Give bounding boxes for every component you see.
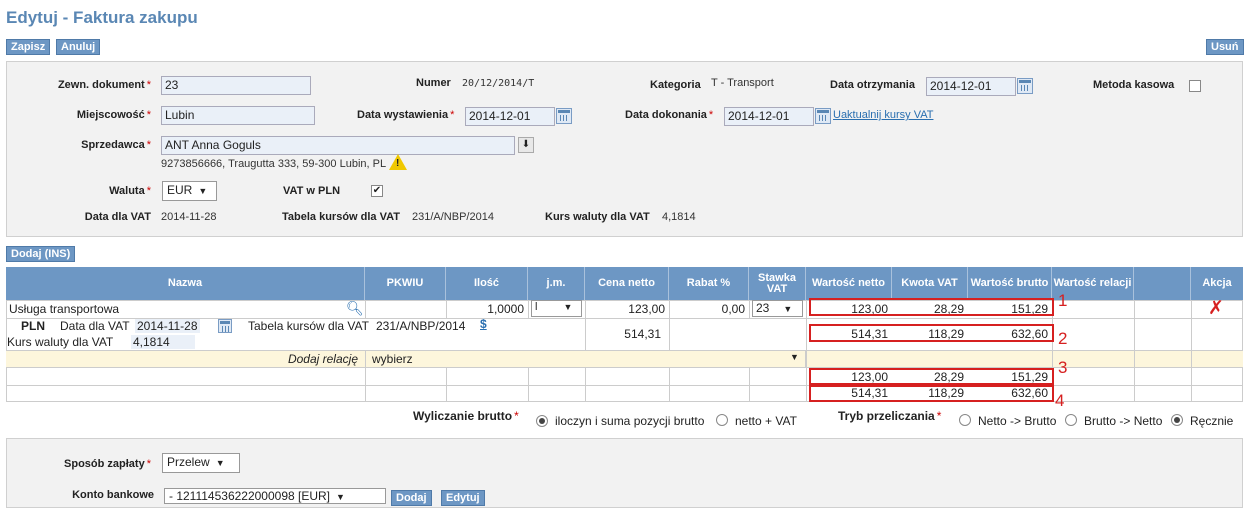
done-date-label: Data dokonania * [625,109,714,121]
delete-row-icon[interactable]: ✗ [1208,297,1224,320]
pln-vat-date[interactable]: 2014-11-28 [135,319,200,333]
rate-value: 4,1814 [662,211,696,223]
item-qty[interactable]: 1,0000 [446,302,524,316]
gross-calc-radio-product[interactable] [536,415,548,427]
received-label: Data otrzymania [830,79,915,91]
annotation-number: 3 [1058,358,1068,377]
highlight-box [809,324,1054,342]
vat-date-label: Data dla VAT [84,211,151,223]
col-vat-rate-header[interactable]: Stawka VAT [749,267,806,300]
seller-address: 9273856666, Traugutta 333, 59-300 Lubin,… [161,158,387,170]
city-label: Miejscowość * [76,109,151,121]
seller-field[interactable]: ANT Anna Goguls [161,136,515,155]
cash-method-checkbox[interactable] [1189,80,1201,92]
mode-manual[interactable]: Ręcznie [1190,414,1233,428]
gross-calc-radio-net-vat[interactable] [716,414,728,426]
pln-price: 514,31 [624,327,661,341]
received-date-field[interactable]: 2014-12-01 [926,77,1016,96]
download-arrow-icon[interactable]: ⬇ [518,137,534,153]
cancel-button[interactable]: Anuluj [56,39,101,55]
cash-method-label: Metoda kasowa [1093,79,1175,91]
col-price-header[interactable]: Cena netto [585,267,669,300]
calendar-icon[interactable] [218,319,232,333]
highlight-box [809,385,1054,402]
seller-label: Sprzedawca * [81,139,151,151]
ext-doc-field[interactable]: 23 [161,76,311,95]
gross-calc-option-product[interactable]: iloczyn i suma pozycji brutto [555,414,704,428]
item-name[interactable]: Usługa transportowa [9,302,119,316]
annotation-number: 4 [1055,391,1065,410]
col-name-header[interactable]: Nazwa [6,267,365,300]
rate-label: Kurs waluty dla VAT [545,211,650,223]
mode-gross-net[interactable]: Brutto -> Netto [1084,414,1162,428]
item-vat-rate-select[interactable]: 23 ▼ [752,300,803,317]
mode-radio-net-gross[interactable] [959,414,971,426]
pln-rate-value[interactable]: 4,1814 [131,335,195,349]
search-icon[interactable]: 🔍︎ [346,300,364,317]
update-rates-link[interactable]: Uaktualnij kursy VAT [833,109,933,121]
edit-account-button[interactable]: Edytuj [441,490,485,506]
refresh-rate-link[interactable]: $ [480,317,487,331]
warning-icon-mark: ! [396,158,400,169]
highlight-box [809,368,1054,385]
item-price[interactable]: 123,00 [585,302,665,316]
city-field[interactable]: Lubin [161,106,315,125]
mode-radio-gross-net[interactable] [1065,414,1077,426]
col-empty-header [1134,267,1191,300]
annotation-number: 1 [1058,291,1068,310]
relation-select[interactable]: wybierz ▼ [365,350,806,368]
pln-vat-date-label: Data dla VAT [60,319,130,333]
chevron-down-icon: ▼ [790,352,799,362]
number-label: Numer [416,77,451,89]
rate-table-label: Tabela kursów dla VAT [282,211,400,223]
col-discount-header[interactable]: Rabat % [669,267,749,300]
relation-select-value: wybierz [372,352,413,366]
add-relation-label: Dodaj relację [287,352,358,366]
vat-date-value: 2014-11-28 [161,211,217,223]
col-gross-header[interactable]: Wartość brutto [968,267,1052,300]
col-vat-amount-header[interactable]: Kwota VAT [892,267,968,300]
vat-pln-label: VAT w PLN [283,185,341,197]
item-unit-select[interactable]: l ▼ [531,300,582,317]
vat-pln-checkbox[interactable]: ✔ [371,185,383,197]
col-qty-header[interactable]: Ilość [446,267,528,300]
pln-currency: PLN [21,319,45,333]
pln-rate-table-label: Tabela kursów dla VAT [248,319,369,333]
ext-doc-label: Zewn. dokument * [57,79,151,91]
calendar-icon[interactable] [556,108,572,124]
mode-net-gross[interactable]: Netto -> Brutto [978,414,1056,428]
payment-method-label: Sposób zapłaty * [64,458,151,470]
add-account-button[interactable]: Dodaj [391,490,432,506]
issue-date-field[interactable]: 2014-12-01 [465,107,555,126]
pln-rate-label: Kurs waluty dla VAT [7,335,114,349]
calendar-icon[interactable] [815,108,831,124]
gross-calc-label: Wyliczanie brutto * [413,409,519,423]
currency-select[interactable]: EUR ▼ [162,181,217,201]
annotation-number: 2 [1058,329,1068,348]
col-net-header[interactable]: Wartość netto [806,267,892,300]
col-action-header: Akcja [1191,267,1243,300]
col-unit-header[interactable]: j.m. [528,267,585,300]
mode-radio-manual[interactable] [1171,414,1183,426]
rate-table-value: 231/A/NBP/2014 [412,211,494,223]
col-pkwiu-header[interactable]: PKWIU [365,267,446,300]
conversion-mode-label: Tryb przeliczania * [838,409,942,423]
save-button[interactable]: Zapisz [6,39,51,55]
issue-date-label: Data wystawienia * [357,109,455,121]
add-item-button[interactable]: Dodaj (INS) [6,246,76,262]
delete-button[interactable]: Usuń [1206,39,1244,55]
gross-calc-option-net-vat[interactable]: netto + VAT [735,414,797,428]
pln-rate-table-value: 231/A/NBP/2014 [376,319,466,333]
category-value: T - Transport [711,77,774,89]
number-value: 20/12/2014/T [462,78,535,89]
page-title: Edytuj - Faktura zakupu [6,8,198,27]
item-discount[interactable]: 0,00 [669,302,745,316]
payment-method-select[interactable]: Przelew ▼ [162,453,240,473]
bank-account-label: Konto bankowe [72,489,154,501]
calendar-icon[interactable] [1017,78,1033,94]
category-label: Kategoria [650,79,701,91]
done-date-field[interactable]: 2014-12-01 [724,107,814,126]
highlight-box [809,298,1054,316]
currency-label: Waluta * [109,185,151,197]
